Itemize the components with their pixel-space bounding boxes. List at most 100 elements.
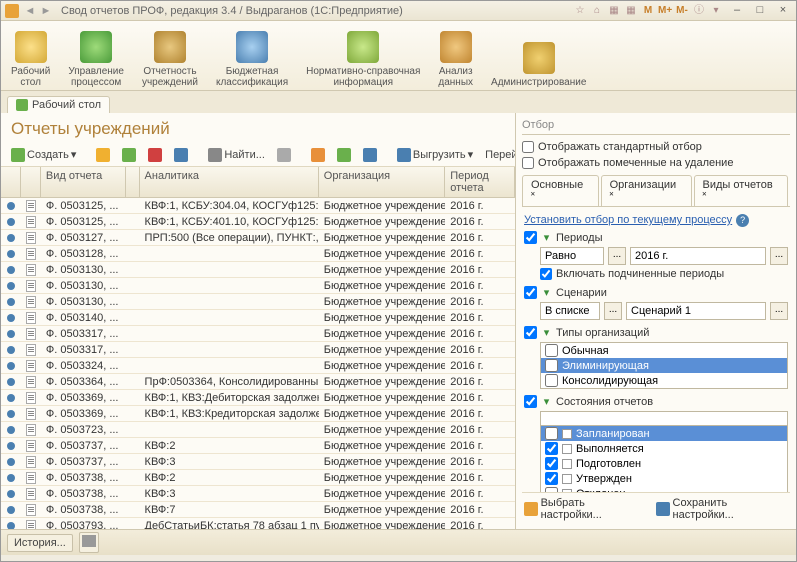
table-row[interactable]: Ф. 0503130, ...Бюджетное учреждение2016 … — [1, 294, 515, 310]
period-op-more[interactable]: ... — [608, 247, 626, 265]
info-icon[interactable]: ⓘ — [692, 4, 706, 18]
save-settings-button[interactable]: Сохранить настройки... — [656, 497, 788, 521]
table-row[interactable]: Ф. 0503317, ...Бюджетное учреждение2016 … — [1, 326, 515, 342]
copy-button[interactable] — [92, 146, 114, 164]
ribbon-item-5[interactable]: Анализданных — [438, 25, 473, 88]
delete-button[interactable] — [144, 146, 166, 164]
show-deleted[interactable]: Отображать помеченные на удаление — [522, 157, 790, 169]
period-val-more[interactable]: ... — [770, 247, 788, 265]
choose-settings-button[interactable]: Выбрать настройки... — [524, 497, 646, 521]
m-button[interactable]: M — [641, 4, 655, 18]
table-row[interactable]: Ф. 0503130, ...Бюджетное учреждение2016 … — [1, 278, 515, 294]
mplus-button[interactable]: M+ — [658, 4, 672, 18]
edit-button[interactable] — [118, 146, 140, 164]
calc-icon[interactable]: ▦ — [607, 4, 621, 18]
scen-op[interactable]: В списке — [540, 302, 600, 320]
col-header[interactable] — [1, 167, 21, 197]
set-current-process-link[interactable]: Установить отбор по текущему процессу — [524, 214, 732, 226]
ribbon-item-3[interactable]: Бюджетнаяклассификация — [216, 25, 288, 88]
col-header[interactable]: Период отчета — [445, 167, 515, 197]
history-button[interactable]: История... — [7, 534, 73, 552]
disclosure-icon[interactable]: ▾ — [541, 326, 552, 339]
states-check[interactable] — [524, 395, 537, 408]
col-header[interactable] — [126, 167, 140, 197]
status-tool[interactable] — [79, 532, 99, 553]
report-grid[interactable]: Вид отчета АналитикаОрганизацияПериод отч… — [1, 167, 515, 529]
help-icon[interactable]: ? — [736, 214, 749, 227]
show-std-filter[interactable]: Отображать стандартный отбор — [522, 141, 790, 153]
table-row[interactable]: Ф. 0503125, ...КВФ:1, КСБУ:304.04, КОСГУ… — [1, 198, 515, 214]
state-option[interactable]: Выполняется — [541, 441, 787, 456]
disclosure-icon[interactable]: ▾ — [541, 395, 552, 408]
ribbon-item-4[interactable]: Нормативно-справочнаяинформация — [306, 25, 420, 88]
scen-check[interactable] — [524, 286, 537, 299]
ribbon-item-0[interactable]: Рабочийстол — [11, 25, 50, 88]
create-button[interactable]: Создать▾ — [7, 146, 80, 164]
table-row[interactable]: Ф. 0503737, ...КВФ:2Бюджетное учреждение… — [1, 438, 515, 454]
forward-icon[interactable]: ► — [39, 4, 53, 18]
table-row[interactable]: Ф. 0503738, ...КВФ:2Бюджетное учреждение… — [1, 470, 515, 486]
table-row[interactable]: Ф. 0503127, ...ПРП:500 (Все операции), П… — [1, 230, 515, 246]
orgtypes-list[interactable]: ОбычнаяЭлиминирующаяКонсолидирующая — [540, 342, 788, 389]
maximize-button[interactable]: □ — [751, 4, 769, 18]
state-option[interactable]: Утвержден — [541, 471, 787, 486]
tool-a[interactable] — [307, 146, 329, 164]
table-row[interactable]: Ф. 0503128, ...Бюджетное учреждение2016 … — [1, 246, 515, 262]
scen-value[interactable]: Сценарий 1 — [626, 302, 766, 320]
periods-check[interactable] — [524, 231, 537, 244]
orgtype-option[interactable]: Консолидирующая — [541, 373, 787, 388]
state-option[interactable]: Запланирован — [541, 426, 787, 441]
close-button[interactable]: × — [774, 4, 792, 18]
filter-tab-0[interactable]: Основные ˟ — [522, 175, 599, 206]
include-sub-periods[interactable]: Включать подчиненные периоды — [540, 268, 788, 280]
home-icon[interactable]: ⌂ — [590, 4, 604, 18]
table-row[interactable]: Ф. 0503723, ...Бюджетное учреждение2016 … — [1, 422, 515, 438]
favorite-icon[interactable]: ☆ — [573, 4, 587, 18]
orgtype-option[interactable]: Обычная — [541, 343, 787, 358]
table-row[interactable]: Ф. 0503369, ...КВФ:1, КВЗ:Дебиторская за… — [1, 390, 515, 406]
ribbon-item-6[interactable]: Администрирование — [491, 25, 586, 88]
dropdown-icon[interactable]: ▾ — [709, 4, 723, 18]
table-row[interactable]: Ф. 0503364, ...ПрФ:0503364, Консолидиров… — [1, 374, 515, 390]
table-row[interactable]: Ф. 0503140, ...Бюджетное учреждение2016 … — [1, 310, 515, 326]
disclosure-icon[interactable]: ▾ — [541, 231, 552, 244]
col-header[interactable]: Организация — [319, 167, 445, 197]
calendar-icon[interactable]: ▦ — [624, 4, 638, 18]
back-icon[interactable]: ◄ — [23, 4, 37, 18]
col-header[interactable]: Аналитика — [140, 167, 319, 197]
table-row[interactable]: Ф. 0503738, ...КВФ:7Бюджетное учреждение… — [1, 502, 515, 518]
tool-b[interactable] — [333, 146, 355, 164]
table-row[interactable]: Ф. 0503125, ...КВФ:1, КСБУ:401.10, КОСГУ… — [1, 214, 515, 230]
find-button[interactable]: Найти... — [204, 146, 269, 164]
refresh-button[interactable] — [170, 146, 192, 164]
filter-tab-1[interactable]: Организации ˟ — [601, 175, 692, 206]
col-header[interactable] — [21, 167, 41, 197]
table-row[interactable]: Ф. 0503369, ...КВФ:1, КВЗ:Кредиторская з… — [1, 406, 515, 422]
clear-find-button[interactable] — [273, 146, 295, 164]
mminus-button[interactable]: M- — [675, 4, 689, 18]
state-option[interactable]: Подготовлен — [541, 456, 787, 471]
filter-tab-2[interactable]: Виды отчетов ˟ — [694, 175, 788, 206]
table-row[interactable]: Ф. 0503317, ...Бюджетное учреждение2016 … — [1, 342, 515, 358]
states-list[interactable]: ЗапланированВыполняетсяПодготовленУтверж… — [540, 426, 788, 492]
col-header[interactable]: Вид отчета — [41, 167, 126, 197]
scen-val-more[interactable]: ... — [770, 302, 788, 320]
disclosure-icon[interactable]: ▾ — [541, 286, 552, 299]
tool-c[interactable] — [359, 146, 381, 164]
table-row[interactable]: Ф. 0503737, ...КВФ:3Бюджетное учреждение… — [1, 454, 515, 470]
ribbon-item-1[interactable]: Управлениепроцессом — [68, 25, 124, 88]
table-row[interactable]: Ф. 0503793, ...ДебСтатьиБК:статья 78 абз… — [1, 518, 515, 529]
period-value[interactable]: 2016 г. — [630, 247, 766, 265]
tab-desktop[interactable]: Рабочий стол — [7, 96, 110, 113]
minimize-button[interactable]: – — [728, 4, 746, 18]
orgtypes-check[interactable] — [524, 326, 537, 339]
table-row[interactable]: Ф. 0503324, ...Бюджетное учреждение2016 … — [1, 358, 515, 374]
table-row[interactable]: Ф. 0503738, ...КВФ:3Бюджетное учреждение… — [1, 486, 515, 502]
export-button[interactable]: Выгрузить▾ — [393, 146, 477, 164]
period-op[interactable]: Равно — [540, 247, 604, 265]
ribbon-item-2[interactable]: Отчетностьучреждений — [142, 25, 198, 88]
scen-op-more[interactable]: ... — [604, 302, 622, 320]
goto-button[interactable]: Перейти▾ — [481, 146, 516, 164]
table-row[interactable]: Ф. 0503130, ...Бюджетное учреждение2016 … — [1, 262, 515, 278]
orgtype-option[interactable]: Элиминирующая — [541, 358, 787, 373]
